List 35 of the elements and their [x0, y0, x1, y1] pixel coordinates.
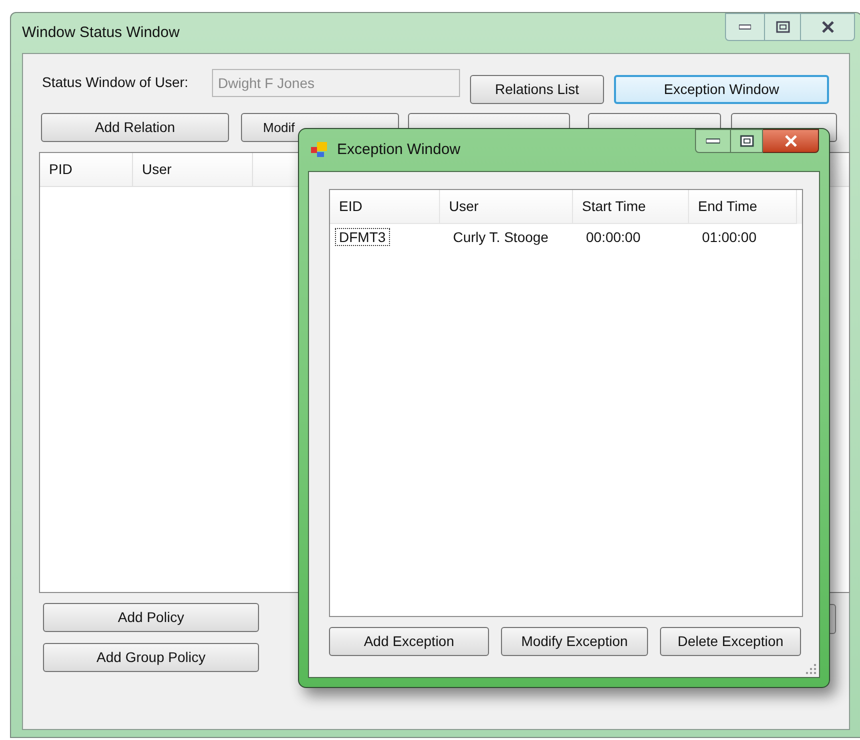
policy-button[interactable]: Add Policy: [43, 603, 259, 632]
maximize-button[interactable]: [765, 13, 801, 41]
policy-button[interactable]: Add Group Policy: [43, 643, 259, 672]
table-cell: DFMT3: [335, 228, 390, 246]
minimize-button[interactable]: [725, 13, 765, 41]
close-icon: [820, 21, 834, 33]
column-header[interactable]: EID: [330, 190, 440, 224]
column-header[interactable]: End Time: [689, 190, 797, 224]
close-button[interactable]: [801, 13, 855, 41]
column-header[interactable]: User: [133, 153, 253, 186]
exception-button[interactable]: Add Exception: [329, 627, 489, 656]
table-cell-text: 01:00:00: [701, 228, 758, 246]
minimize-button[interactable]: [695, 129, 731, 153]
table-cell-text: Curly T. Stooge: [452, 228, 550, 246]
app-icon: [311, 142, 329, 158]
exception-button[interactable]: Modify Exception: [501, 627, 648, 656]
table-cell-text: 00:00:00: [585, 228, 642, 246]
exception-button[interactable]: Delete Exception: [660, 627, 801, 656]
close-button[interactable]: [763, 129, 819, 153]
close-icon: [784, 135, 798, 147]
maximize-icon: [776, 21, 790, 33]
window-title: Exception Window: [337, 140, 460, 160]
column-header[interactable]: PID: [40, 153, 133, 186]
relation-button[interactable]: Add Relation: [41, 113, 229, 142]
column-header[interactable]: Start Time: [573, 190, 689, 224]
exception-window-button[interactable]: Exception Window: [614, 75, 829, 104]
minimize-icon: [706, 138, 720, 144]
user-label: Status Window of User:: [42, 73, 190, 92]
column-header[interactable]: User: [440, 190, 573, 224]
maximize-icon: [740, 135, 754, 147]
resize-grip-icon: [806, 664, 816, 674]
relations-list-button[interactable]: Relations List: [470, 75, 604, 104]
window-title: Window Status Window: [22, 22, 180, 43]
minimize-icon: [739, 24, 751, 30]
maximize-button[interactable]: [731, 129, 763, 153]
